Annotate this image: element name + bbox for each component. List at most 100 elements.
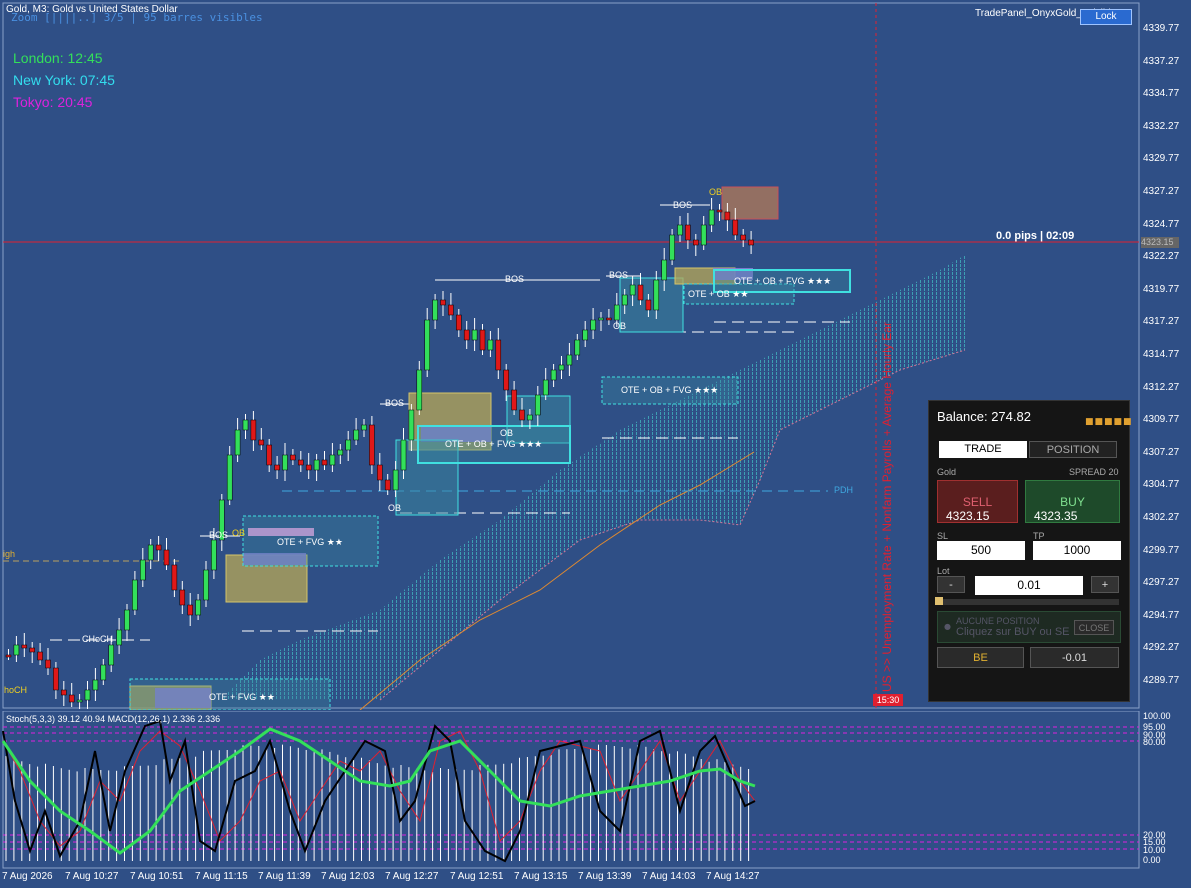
tab-position[interactable]: POSITION [1029, 441, 1117, 458]
candle-body [574, 339, 581, 356]
choch-left-label: hoCH [4, 685, 28, 695]
session-london: London: 12:45 [13, 50, 103, 66]
balance-label: Balance: 274.82 [937, 409, 1031, 424]
candle-body [598, 317, 604, 321]
lot-slider-track[interactable] [937, 599, 1119, 605]
position-status-box: ● AUCUNE POSITION Cliquez sur BUY ou SE … [937, 611, 1121, 643]
time-axis-label: 7 Aug 11:15 [195, 871, 248, 882]
buy-price: 4323.35 [1034, 509, 1078, 523]
candle-body [408, 409, 415, 441]
pnl-display: -0.01 [1030, 647, 1119, 668]
zoom-info: Zoom [||||..] 3/5 | 95 barres visibles [11, 11, 263, 24]
bos-label: BOS [209, 530, 229, 540]
oscillator-axis-label: 80.00 [1143, 737, 1166, 747]
candle-body [92, 679, 99, 691]
time-axis-label: 7 Aug 13:15 [514, 871, 568, 882]
candle-body [550, 369, 557, 381]
candle-body [140, 559, 146, 581]
buy-button[interactable]: BUY 4323.35 [1025, 480, 1120, 523]
price-axis-label: 4329.77 [1143, 153, 1180, 165]
candle-body [61, 689, 67, 696]
lock-button[interactable]: Lock [1080, 9, 1132, 25]
close-button[interactable]: CLOSE [1074, 620, 1114, 635]
news-event-text: US >> Unemployment Rate + Nonfarm Payrol… [880, 322, 894, 692]
candle-body [416, 369, 423, 411]
candle-body [147, 544, 154, 561]
candle-body [590, 319, 596, 331]
candle-body [37, 651, 43, 661]
lot-label: Lot [937, 566, 950, 576]
session-newyork: New York: 07:45 [13, 72, 115, 88]
lot-minus-button[interactable]: - [937, 576, 965, 593]
oscillator-axis-label: 10.00 [1143, 845, 1166, 855]
ob-label: OB [232, 528, 246, 538]
candle-body [282, 454, 288, 471]
bos-label: BOS [385, 398, 405, 408]
candle-body [582, 329, 588, 341]
candle-body [155, 544, 162, 551]
price-axis-label: 4294.77 [1143, 609, 1180, 621]
candle-body [503, 369, 509, 391]
trade-panel: Balance: 274.82 ■■■■■ TRADE POSITION Gol… [928, 400, 1133, 702]
signal-dots-icon: ■■■■■ [1085, 417, 1133, 427]
candle-body [748, 239, 754, 246]
lot-plus-button[interactable]: + [1091, 576, 1119, 593]
candle-body [250, 419, 257, 441]
candle-body [337, 449, 344, 456]
price-axis-label: 4292.27 [1143, 642, 1180, 654]
tp-input[interactable]: 1000 [1033, 541, 1121, 560]
candle-body [432, 299, 438, 321]
choch-label: CHoCH [82, 634, 114, 644]
candle-body [211, 539, 217, 571]
candle-body [234, 429, 241, 456]
candle-body [298, 459, 304, 466]
current-price-tag: 4323.15 [1141, 237, 1179, 248]
time-axis-label: 7 Aug 2026 [2, 871, 53, 882]
time-axis-label: 7 Aug 12:27 [385, 871, 439, 882]
breakeven-button[interactable]: BE [937, 647, 1024, 668]
candle-body [171, 564, 178, 591]
lot-input[interactable]: 0.01 [975, 576, 1083, 595]
ob-label: OB [613, 321, 627, 331]
candle-body [511, 389, 517, 411]
sl-input[interactable]: 500 [937, 541, 1025, 560]
candle-body [242, 419, 249, 431]
candle-body [440, 299, 446, 306]
candle-body [724, 211, 731, 221]
candle-body [84, 689, 91, 701]
candle-body [677, 224, 683, 236]
lot-slider-handle[interactable] [935, 597, 943, 605]
candle-body [519, 409, 525, 421]
zone-label: OTE + OB + FVG ★★★ [734, 276, 832, 286]
tab-trade[interactable]: TRADE [939, 441, 1027, 458]
candle-body [163, 549, 170, 566]
price-axis-label: 4307.27 [1143, 446, 1180, 458]
candle-body [274, 464, 280, 471]
sell-button[interactable]: SELL 4323.15 [937, 480, 1018, 523]
candle-body [108, 644, 114, 666]
price-axis-label: 4289.77 [1143, 675, 1180, 686]
zone-label: OTE + OB + FVG ★★★ [621, 385, 719, 395]
candle-body [68, 694, 75, 703]
time-axis-label: 7 Aug 13:39 [578, 871, 632, 882]
candle-body [740, 234, 746, 241]
candle-body [685, 224, 691, 241]
candle-body [716, 209, 723, 213]
candle-body [384, 479, 391, 491]
high-left-label: igh [3, 549, 16, 559]
candle-body [629, 284, 636, 296]
time-axis-label: 7 Aug 10:51 [130, 871, 184, 882]
candle-body [471, 329, 478, 341]
oscillator-pane[interactable] [0, 711, 1140, 869]
candle-body [76, 699, 83, 703]
candle-body [345, 439, 351, 451]
spread-label: SPREAD 20 [1069, 467, 1119, 477]
candle-body [669, 234, 675, 261]
candle-body [377, 464, 383, 481]
candle-body [100, 664, 107, 681]
candle-body [527, 414, 533, 421]
candle-body [558, 364, 565, 371]
candle-body [479, 329, 486, 351]
time-axis-label: 7 Aug 11:39 [258, 871, 311, 882]
price-axis-label: 4332.27 [1143, 120, 1180, 132]
